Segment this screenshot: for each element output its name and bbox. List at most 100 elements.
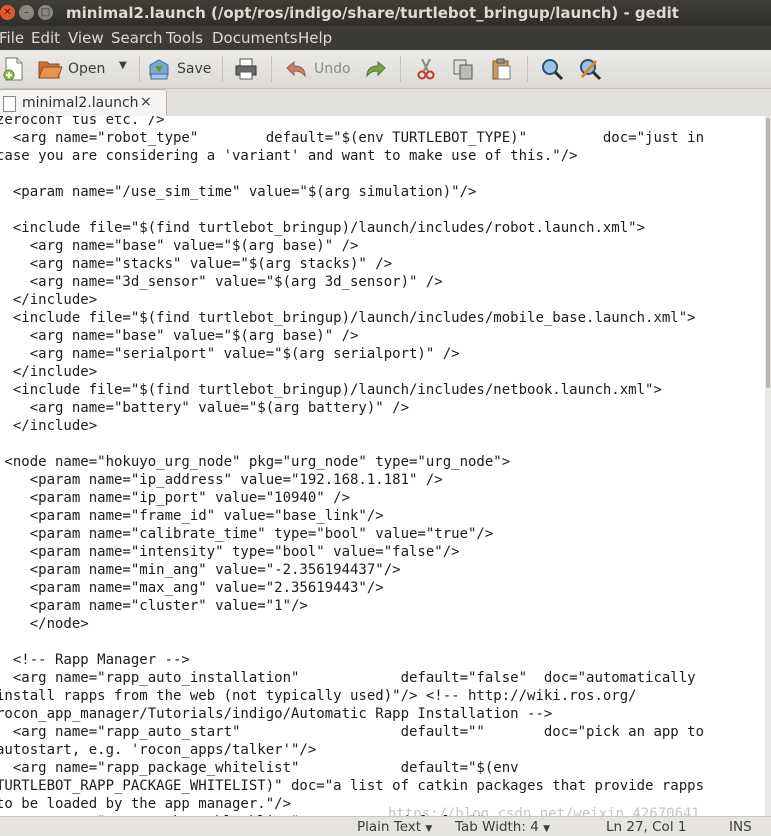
code-line: </include> (0, 418, 98, 434)
paste-clipboard-icon (492, 58, 511, 80)
save-icon (149, 59, 169, 80)
text-editor[interactable]: zeroconf tus etc. /> <arg name="robot_ty… (0, 116, 765, 816)
document-icon (3, 96, 16, 112)
toolbar-separator (139, 56, 140, 82)
code-line: <arg name="rapp_auto_start" default="" d… (0, 724, 705, 740)
code-line: <arg name="rapp_package_whitelist" defau… (0, 760, 519, 776)
code-line: <arg name="base" value="$(arg base)" /> (0, 238, 359, 254)
vertical-scrollbar[interactable] (765, 116, 771, 816)
toolbar-separator (527, 56, 528, 82)
code-line: <include file="$(find turtlebot_bringup)… (0, 310, 696, 326)
menu-help[interactable]: Help (298, 29, 332, 47)
printer-icon (235, 58, 257, 80)
insert-mode: INS (729, 819, 752, 835)
tab-width-selector[interactable]: Tab Width: 4 ▼ (455, 819, 550, 835)
code-line: </include> (0, 292, 98, 308)
maximize-window-button[interactable]: □ (38, 5, 53, 20)
code-line: <arg name="robot_type" default="$(env TU… (0, 130, 705, 146)
code-line: <param name="ip_address" value="192.168.… (0, 472, 443, 488)
toolbar: Open ▼ Save Undo (0, 50, 771, 89)
copy-button[interactable] (451, 57, 475, 81)
redo-button[interactable] (364, 57, 388, 81)
open-label[interactable]: Open (68, 61, 105, 77)
close-tab-icon[interactable]: × (140, 94, 152, 110)
toolbar-separator (271, 56, 272, 82)
chevron-down-icon: ▼ (543, 824, 551, 834)
find-button[interactable] (540, 57, 564, 81)
code-line: <param name="min_ang" value="-2.35619443… (0, 562, 401, 578)
folder-open-icon (38, 61, 63, 79)
language-label: Plain Text (357, 819, 422, 835)
code-line: </node> (0, 616, 89, 632)
chevron-down-icon: ▼ (425, 824, 433, 834)
code-line: <arg name="serialport" value="$(arg seri… (0, 346, 460, 362)
tab-minimal2-launch[interactable]: minimal2.launch × (0, 89, 167, 117)
menu-bar: File Edit View Search Tools Documents He… (0, 26, 771, 50)
tab-label: minimal2.launch (22, 95, 139, 111)
code-line: <param name="ip_port" value="10940" /> (0, 490, 351, 506)
code-line: TURTLEBOT_RAPP_PACKAGE_WHITELIST)" doc="… (0, 778, 705, 794)
code-line: autostart, e.g. 'rocon_apps/talker'"/> (0, 742, 317, 758)
close-window-button[interactable]: ✕ (0, 5, 15, 20)
find-replace-icon (580, 59, 602, 81)
language-selector[interactable]: Plain Text ▼ (357, 819, 432, 835)
tab-width-label: Tab Width: 4 (455, 819, 539, 835)
minimize-window-button[interactable]: – (19, 5, 34, 20)
cursor-position: Ln 27, Col 1 (606, 819, 687, 835)
search-icon (542, 59, 564, 81)
code-line: case you are considering a 'variant' and… (0, 148, 578, 164)
code-line: <param name="frame_id" value="base_link"… (0, 508, 384, 524)
menu-search[interactable]: Search (111, 29, 163, 47)
scissors-icon (417, 58, 435, 80)
menu-edit[interactable]: Edit (31, 29, 60, 47)
find-replace-button[interactable] (578, 57, 602, 81)
window-title: minimal2.launch (/opt/ros/indigo/share/t… (66, 4, 679, 22)
code-line: <param name="intensity" type="bool" valu… (0, 544, 460, 560)
print-button[interactable] (233, 57, 259, 81)
code-line: <param name="cluster" value="1"/> (0, 598, 308, 614)
code-line: zeroconf tus etc. /> (0, 116, 165, 128)
open-button[interactable] (37, 57, 65, 81)
toolbar-separator (400, 56, 401, 82)
undo-arrow-icon (286, 60, 306, 78)
code-line: install rapps from the web (not typicall… (0, 688, 637, 704)
scrollbar-thumb[interactable] (766, 118, 770, 388)
undo-label[interactable]: Undo (314, 61, 351, 77)
cut-button[interactable] (414, 57, 438, 81)
menu-tools[interactable]: Tools (166, 29, 203, 47)
code-line: <param name="/use_sim_time" value="$(arg… (0, 184, 477, 200)
code-line: <arg name="rapp_auto_installation" defau… (0, 670, 696, 686)
document-tab-bar: minimal2.launch × (0, 89, 771, 117)
code-line: <arg name="stacks" value="$(arg stacks)"… (0, 256, 393, 272)
paste-button[interactable] (489, 57, 513, 81)
code-line: <!-- Rapp Manager --> (0, 652, 190, 668)
undo-button[interactable] (284, 57, 308, 81)
code-line: <param name="max_ang" value="2.35619443"… (0, 580, 384, 596)
code-line: <arg name="3d_sensor" value="$(arg 3d_se… (0, 274, 443, 290)
copy-icon (453, 59, 473, 80)
new-document-icon (3, 57, 23, 81)
code-line: <arg name="base" value="$(arg base)" /> (0, 328, 359, 344)
code-text: zeroconf tus etc. /> <arg name="robot_ty… (0, 116, 704, 816)
chevron-down-icon[interactable]: ▼ (119, 60, 127, 71)
save-button[interactable] (147, 57, 171, 81)
code-line: <param name="calibrate_time" type="bool"… (0, 526, 494, 542)
code-line: rocon_app_manager/Tutorials/indigo/Autom… (0, 706, 553, 722)
new-document-button[interactable] (3, 57, 25, 81)
status-bar: Plain Text ▼ Tab Width: 4 ▼ Ln 27, Col 1… (0, 816, 771, 836)
menu-documents[interactable]: Documents (212, 29, 298, 47)
code-line: <arg name="battery" value="$(arg battery… (0, 400, 410, 416)
code-line: <include file="$(find turtlebot_bringup)… (0, 382, 662, 398)
redo-arrow-icon (366, 60, 386, 78)
toolbar-separator (222, 56, 223, 82)
code-line: <include file="$(find turtlebot_bringup)… (0, 220, 646, 236)
code-line: </include> (0, 364, 98, 380)
menu-view[interactable]: View (68, 29, 104, 47)
save-label[interactable]: Save (177, 61, 211, 77)
menu-file[interactable]: File (0, 29, 24, 47)
code-line: <node name="hokuyo_urg_node" pkg="urg_no… (0, 454, 511, 470)
